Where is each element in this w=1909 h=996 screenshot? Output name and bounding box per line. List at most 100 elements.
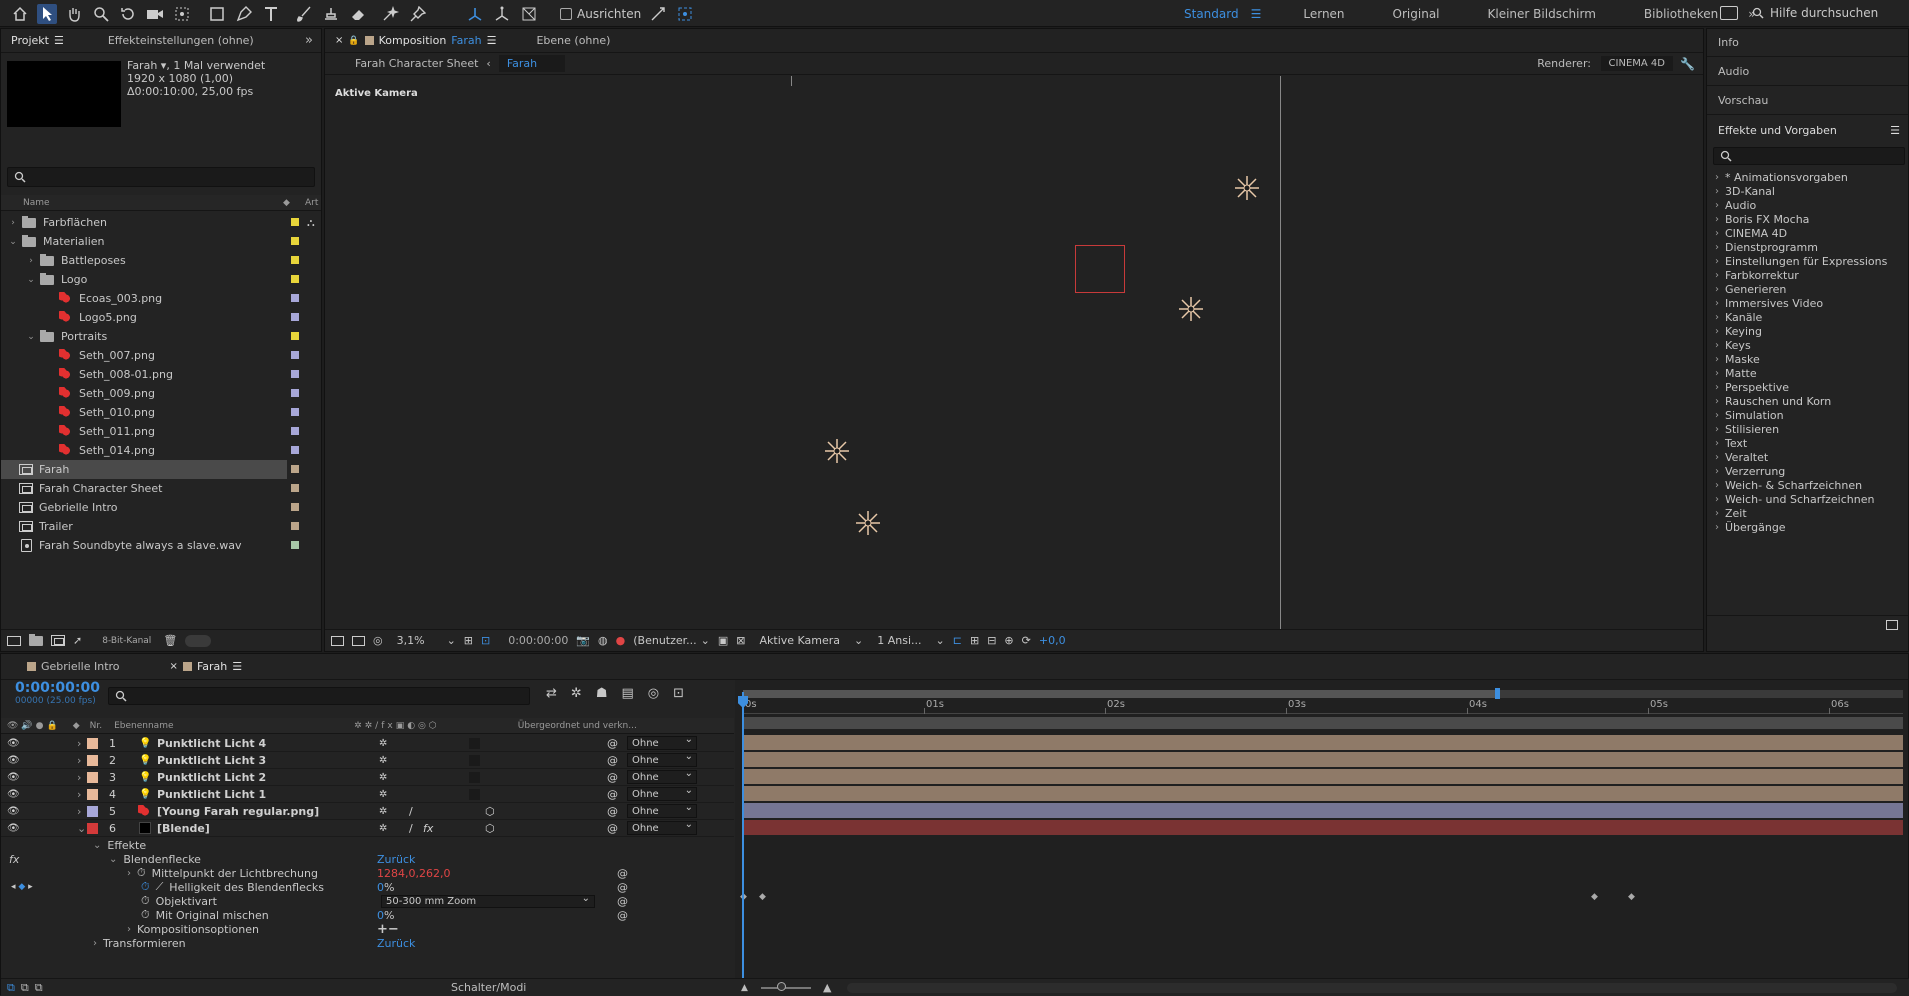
show-snapshot-icon[interactable]: ◍	[598, 634, 608, 647]
project-item[interactable]: Ecoas_003.png	[1, 289, 299, 308]
fx-switch-icon[interactable]: fx	[423, 822, 433, 835]
tab-effect-controls[interactable]: Effekteinstellungen (ohne)	[98, 29, 264, 53]
3d-switch-slot[interactable]	[469, 771, 480, 783]
prop-effects[interactable]: ⌄ Effekte	[1, 838, 734, 852]
effect-category[interactable]: › Übergänge	[1707, 520, 1908, 534]
chevron-right-icon[interactable]: ›	[1715, 284, 1719, 295]
lock-icon[interactable]: 🔒	[348, 36, 359, 46]
layer-row[interactable]: 👁 › 5 [Young Farah regular.png] ✲ / ⬡ @ …	[1, 802, 734, 820]
layer-row[interactable]: 👁 › 1 💡 Punktlicht Licht 4 ✲ @ Ohne	[1, 734, 734, 752]
layer-name[interactable]: Punktlicht Licht 1	[157, 788, 266, 801]
effect-category[interactable]: › Weich- & Scharfzeichnen	[1707, 478, 1908, 492]
chevron-right-icon[interactable]: ›	[1715, 424, 1719, 435]
transform-reset[interactable]: Zurück	[377, 937, 415, 950]
lens-type-dropdown[interactable]: 50-300 mm Zoom ⌄	[381, 893, 595, 908]
chevron-right-icon[interactable]: ›	[1715, 340, 1719, 351]
project-item[interactable]: ⌄ Logo	[1, 270, 299, 289]
quality-switch-icon[interactable]: /	[409, 822, 413, 835]
label-swatch[interactable]	[291, 313, 299, 321]
chevron-right-icon[interactable]: ›	[1715, 326, 1719, 337]
layer-row[interactable]: 👁 › 2 💡 Punktlicht Licht 3 ✲ @ Ohne	[1, 751, 734, 769]
effect-category[interactable]: › Einstellungen für Expressions	[1707, 254, 1908, 268]
chevron-right-icon[interactable]: ›	[1715, 256, 1719, 267]
renderer-value[interactable]: CINEMA 4D	[1600, 56, 1673, 71]
selection-tool-icon[interactable]	[37, 3, 57, 24]
layer-name[interactable]: Punktlicht Licht 2	[157, 771, 266, 784]
exposure-value[interactable]: +0,0	[1039, 634, 1066, 647]
project-item[interactable]: Farah Character Sheet	[1, 479, 299, 498]
shy-switch-icon[interactable]: ✲	[379, 755, 387, 766]
new-folder-icon[interactable]	[29, 633, 43, 646]
chevron-right-icon[interactable]: ›	[1715, 466, 1719, 477]
workspace-original[interactable]: Original	[1369, 7, 1464, 21]
effects-search[interactable]	[1713, 147, 1905, 165]
prop-transform[interactable]: › Transformieren Zurück	[1, 936, 734, 950]
time-graph[interactable]: 0s01s02s03s04s05s06s ◆ ◆ ◆ ◆	[735, 680, 1908, 994]
chevron-right-icon[interactable]: ›	[1715, 480, 1719, 491]
effect-category[interactable]: › Text	[1707, 436, 1908, 450]
comp-mini-flowchart-icon[interactable]: ⇄	[546, 686, 557, 701]
layer-row[interactable]: 👁 › 3 💡 Punktlicht Licht 2 ✲ @ Ohne	[1, 768, 734, 786]
prop-comp-options[interactable]: › Kompositionsoptionen +−	[1, 922, 734, 937]
draft-3d-icon[interactable]: ✲	[571, 686, 582, 701]
prop-lens-flare[interactable]: fx ⌄ Blendenflecke Zurück	[1, 852, 734, 866]
camera-tool-icon[interactable]	[145, 4, 165, 24]
workspace-standard[interactable]: Standard	[1160, 7, 1247, 21]
chevron-right-icon[interactable]: ›	[77, 788, 81, 801]
safe-zones-icon[interactable]: ⊞	[464, 634, 473, 647]
flare-center-value[interactable]: 1284,0,262,0	[377, 867, 450, 880]
label-swatch[interactable]	[291, 427, 299, 435]
chevron-right-icon[interactable]: ›	[7, 217, 19, 229]
chevron-down-icon[interactable]: ⌄	[25, 331, 37, 343]
lens-flare-center-box[interactable]	[1075, 245, 1125, 293]
chevron-right-icon[interactable]: ›	[1715, 508, 1719, 519]
label-swatch[interactable]	[291, 522, 299, 530]
pick-whip-icon[interactable]: @	[607, 737, 618, 750]
project-item[interactable]: Seth_011.png	[1, 422, 299, 441]
flowchart-icon[interactable]: ⊕	[1004, 634, 1013, 647]
zoom-tool-icon[interactable]	[91, 4, 111, 24]
zoom-in-icon[interactable]: ▲	[823, 981, 831, 994]
effects-menu-icon[interactable]: ☰	[1890, 124, 1900, 137]
timeline-timecode[interactable]: 0:00:00:00 00000 (25.00 fps)	[15, 681, 100, 708]
tab-project[interactable]: Projekt ☰	[1, 29, 74, 53]
toggle-switches-modes[interactable]: Schalter/Modi	[451, 981, 526, 994]
eye-icon[interactable]: 👁	[7, 755, 20, 766]
3d-switch-slot[interactable]	[469, 754, 480, 766]
view-mode-dropdown[interactable]: (Benutzer... ⌄	[633, 634, 710, 647]
blend-value-group[interactable]: 0%	[377, 909, 394, 922]
eraser-tool-icon[interactable]	[348, 4, 368, 24]
chevron-right-icon[interactable]: ›	[1715, 410, 1719, 421]
vr-preview-icon[interactable]: ◎	[373, 634, 383, 647]
chevron-right-icon[interactable]: ›	[1715, 354, 1719, 365]
chevron-right-icon[interactable]: ›	[77, 771, 81, 784]
3d-layer-icon[interactable]: ⬡	[485, 805, 495, 818]
channel-icon[interactable]: ●	[616, 634, 626, 647]
prop-lens-type[interactable]: ⏱ Objektivart 50-300 mm Zoom ⌄ @	[1, 893, 734, 908]
parent-dropdown[interactable]: Ohne	[627, 734, 697, 750]
project-item[interactable]: ⌄ Materialien	[1, 232, 299, 251]
interpret-footage-icon[interactable]	[7, 635, 21, 646]
add-remove-icons[interactable]: +−	[377, 922, 399, 937]
parent-dropdown[interactable]: Ohne	[627, 751, 697, 767]
label-swatch[interactable]	[291, 351, 299, 359]
parent-dropdown[interactable]: Ohne	[627, 819, 697, 835]
blend-value[interactable]: 0	[377, 909, 384, 922]
zoom-dropdown[interactable]: 3,1% ⌄	[397, 634, 456, 647]
always-preview-icon[interactable]	[331, 635, 344, 646]
views-dropdown[interactable]: 1 Ansi... ⌄	[877, 634, 945, 647]
chevron-right-icon[interactable]: ›	[1715, 214, 1719, 225]
column-nr[interactable]: Nr.	[90, 721, 102, 731]
tab-layer[interactable]: Ebene (ohne)	[526, 29, 620, 53]
render-queue-icon[interactable]: ➚	[73, 634, 82, 647]
tab-gebrielle-intro[interactable]: Gebrielle Intro	[17, 655, 130, 679]
project-item[interactable]: › Battleposes	[1, 251, 299, 270]
keyframe-marker[interactable]: ◆	[759, 892, 766, 902]
close-tab-icon[interactable]: ×	[170, 661, 178, 672]
project-item[interactable]: Farah	[1, 460, 299, 479]
layer-search[interactable]	[108, 687, 530, 705]
keyframe-marker[interactable]: ◆	[1591, 892, 1598, 902]
layer-label-swatch[interactable]	[87, 806, 98, 817]
project-search[interactable]	[7, 167, 315, 187]
label-swatch[interactable]	[291, 503, 299, 511]
